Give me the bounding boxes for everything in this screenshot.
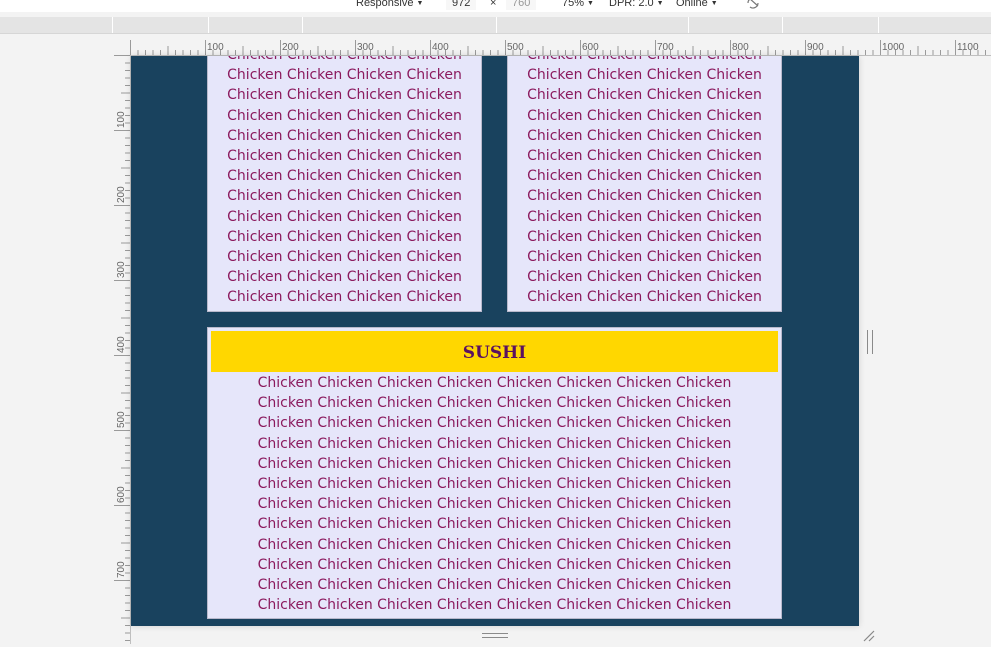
menu-card-sushi: SUSHI Chicken Chicken Chicken Chicken Ch… (207, 327, 782, 619)
ruler-label: 400 (116, 336, 127, 353)
network-select-label: Online (676, 0, 708, 9)
right-resize-handle[interactable] (867, 330, 873, 354)
ruler-label: 100 (207, 42, 224, 53)
dpr-select[interactable]: DPR: 2.0 ▼ (609, 0, 664, 10)
chevron-down-icon: ▼ (656, 0, 664, 7)
ruler-label: 500 (507, 42, 524, 53)
card-text: Chicken Chicken Chicken Chicken Chicken … (227, 56, 462, 311)
ruler-label: 200 (282, 42, 299, 53)
chevron-down-icon: ▼ (587, 0, 594, 7)
ruler-label: 500 (116, 411, 127, 428)
card-text: Chicken Chicken Chicken Chicken Chicken … (257, 375, 732, 618)
width-input[interactable]: 972 (446, 0, 477, 10)
chevron-down-icon: ▼ (710, 0, 718, 7)
ruler-label: 800 (732, 42, 749, 53)
ruler-label: 200 (116, 186, 127, 203)
ruler-label: 600 (116, 486, 127, 503)
bottom-resize-handle[interactable] (482, 633, 508, 638)
ruler-label: 300 (357, 42, 374, 53)
device-select-label: Responsive (356, 0, 414, 9)
dimension-separator: × (490, 0, 497, 9)
horizontal-ruler: 100 200 300 400 500 600 700 800 900 1000 1100 (130, 40, 991, 56)
card-title: SUSHI (211, 331, 778, 372)
height-input[interactable]: 760 (506, 0, 537, 10)
device-toolbar: Responsive ▼ 972 × 760 75% ▼ DPR: 2.0 ▼ Onl… (0, 0, 991, 12)
card-text: Chicken Chicken Chicken Chicken Chicken … (527, 56, 762, 311)
ruler-label: 300 (116, 261, 127, 278)
chevron-down-icon: ▼ (416, 0, 424, 7)
ruler-corner (114, 40, 130, 55)
zoom-select[interactable]: 75% ▼ (562, 0, 594, 10)
menu-card-chicken-right: Chicken Chicken Chicken Chicken Chicken … (507, 56, 782, 312)
menu-card-chicken-left: Chicken Chicken Chicken Chicken Chicken … (207, 56, 482, 312)
corner-resize-handle[interactable] (862, 628, 876, 642)
ruler-label: 700 (116, 561, 127, 578)
dpr-select-label: DPR: 2.0 (609, 0, 654, 9)
ruler-label: 700 (657, 42, 674, 53)
ruler-label: 600 (582, 42, 599, 53)
zoom-select-label: 75% (562, 0, 585, 9)
emulated-viewport[interactable]: Chicken Chicken Chicken Chicken Chicken … (131, 56, 859, 626)
ruler-label: 1000 (882, 42, 905, 53)
ruler-label: 1100 (957, 42, 979, 53)
media-query-bar[interactable] (0, 17, 991, 34)
ruler-label: 900 (807, 42, 824, 53)
network-throttle-select[interactable]: Online ▼ (676, 0, 718, 10)
device-select[interactable]: Responsive ▼ (356, 0, 423, 10)
ruler-label: 100 (116, 111, 127, 128)
vertical-ruler: 100 200 300 400 500 600 700 (114, 55, 131, 644)
rotate-icon[interactable] (746, 0, 760, 11)
ruler-label: 400 (432, 42, 449, 53)
